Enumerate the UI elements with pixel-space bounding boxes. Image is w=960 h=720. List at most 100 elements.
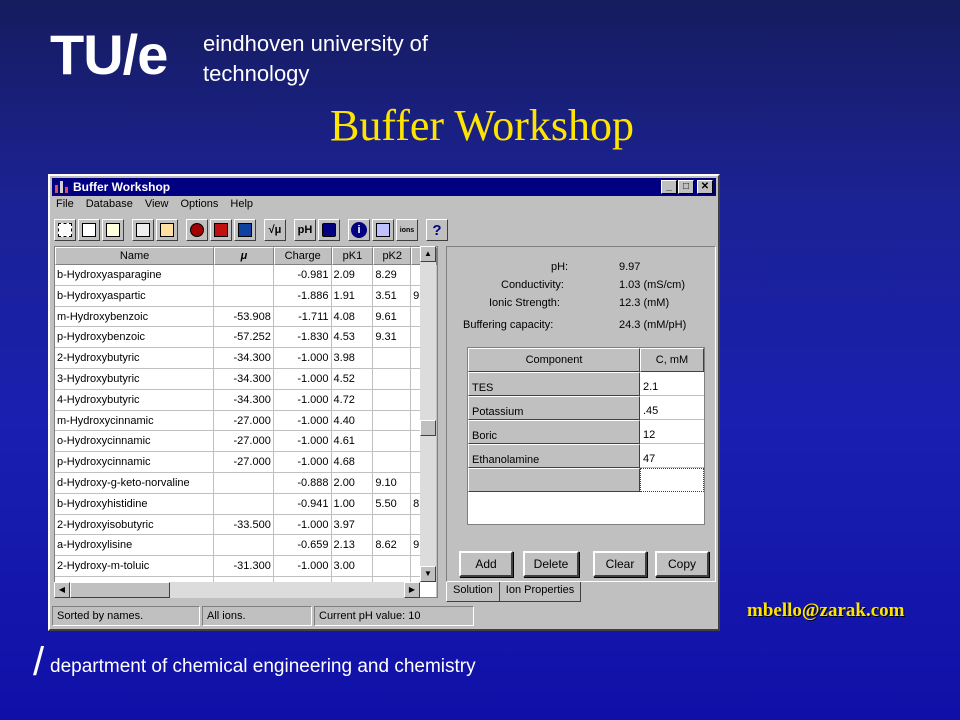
edit-icon[interactable] bbox=[372, 219, 394, 241]
table-row[interactable]: 2-Hydroxybutyric -34.300 -1.000 3.98 bbox=[55, 348, 437, 369]
vertical-scrollbar[interactable]: ▲ ▼ bbox=[420, 246, 436, 582]
cell-name: 2-Hydroxy-m-toluic bbox=[55, 556, 215, 577]
cell-charge: -1.000 bbox=[273, 431, 332, 453]
save-icon[interactable] bbox=[102, 219, 124, 241]
component-name-cell[interactable]: Boric bbox=[468, 420, 640, 444]
status-sort: Sorted by names. bbox=[52, 606, 200, 626]
table-row[interactable]: m-Hydroxycinnamic -27.000 -1.000 4.40 bbox=[55, 410, 437, 432]
vertical-scroll-thumb[interactable] bbox=[420, 420, 436, 436]
table-row[interactable]: 3-Hydroxybutyric -34.300 -1.000 4.52 bbox=[55, 368, 437, 390]
help-icon[interactable]: ? bbox=[426, 219, 448, 241]
maximize-button[interactable]: □ bbox=[678, 180, 694, 194]
cell-pk2: 5.50 bbox=[373, 493, 412, 515]
close-button[interactable]: ✕ bbox=[697, 180, 713, 194]
export-icon[interactable] bbox=[156, 219, 178, 241]
cell-charge: -1.000 bbox=[273, 514, 332, 536]
table-row[interactable]: 2-Hydroxy-m-toluic -31.300 -1.000 3.00 bbox=[55, 556, 437, 577]
table-row[interactable]: p-Hydroxybenzoic -57.252 -1.830 4.53 9.31 bbox=[55, 327, 437, 349]
cell-pk2 bbox=[373, 410, 412, 432]
menu-database[interactable]: Database bbox=[86, 198, 133, 214]
cell-name: b-Hydroxyaspartic bbox=[55, 285, 215, 307]
cell-charge: -0.888 bbox=[273, 472, 332, 494]
delete-button[interactable]: Delete bbox=[523, 551, 579, 577]
col-pk2[interactable]: pK2 bbox=[373, 247, 412, 265]
table-row[interactable]: 4-Hydroxybutyric -34.300 -1.000 4.72 bbox=[55, 389, 437, 411]
scroll-up-icon[interactable]: ▲ bbox=[420, 246, 436, 262]
col-pk1[interactable]: pK1 bbox=[331, 247, 374, 265]
slash-mark: / bbox=[33, 640, 45, 684]
menu-view[interactable]: View bbox=[145, 198, 169, 214]
cell-pk1: 2.00 bbox=[331, 472, 374, 494]
cell-pk1: 1.00 bbox=[331, 493, 374, 515]
component-concentration-cell[interactable]: .45 bbox=[640, 396, 704, 420]
ion-table-header: Name μ Charge pK1 pK2 p bbox=[55, 247, 437, 265]
table-row[interactable]: o-Hydroxycinnamic -27.000 -1.000 4.61 bbox=[55, 431, 437, 453]
horizontal-scrollbar[interactable]: ◀ ▶ bbox=[54, 582, 420, 598]
scroll-down-icon[interactable]: ▼ bbox=[420, 566, 436, 582]
cell-mobility: -27.000 bbox=[214, 431, 274, 453]
tab-ion-properties[interactable]: Ion Properties bbox=[498, 582, 582, 602]
buffer-workshop-window: Buffer Workshop _ □ ✕ File Database View… bbox=[48, 174, 720, 631]
col-name[interactable]: Name bbox=[55, 247, 215, 265]
salt-icon[interactable] bbox=[234, 219, 256, 241]
status-bar: Sorted by names. All ions. Current pH va… bbox=[52, 606, 716, 626]
menu-help[interactable]: Help bbox=[230, 198, 253, 214]
add-button[interactable]: Add bbox=[459, 551, 513, 577]
acid-icon[interactable] bbox=[186, 219, 208, 241]
tab-solution[interactable]: Solution bbox=[446, 582, 500, 602]
info-icon[interactable]: i bbox=[348, 219, 370, 241]
cell-pk1: 2.13 bbox=[331, 535, 374, 557]
cell-pk1: 4.08 bbox=[331, 306, 374, 328]
table-row[interactable]: p-Hydroxycinnamic -27.000 -1.000 4.68 bbox=[55, 452, 437, 473]
component-concentration-cell[interactable]: 47 bbox=[640, 444, 704, 468]
cell-name: 2-Hydroxybutyric bbox=[55, 348, 215, 369]
base-icon[interactable] bbox=[210, 219, 232, 241]
scroll-left-icon[interactable]: ◀ bbox=[54, 582, 70, 598]
table-row[interactable]: m-Hydroxybenzoic -53.908 -1.711 4.08 9.61 bbox=[55, 306, 437, 328]
print-icon[interactable] bbox=[132, 219, 154, 241]
ph-icon[interactable]: pH bbox=[294, 219, 316, 241]
component-concentration-cell[interactable] bbox=[640, 468, 704, 492]
cell-pk2 bbox=[373, 556, 412, 577]
component-name-cell[interactable]: Ethanolamine bbox=[468, 444, 640, 468]
department-name: department of chemical engineering and c… bbox=[50, 656, 476, 677]
component-name-cell[interactable]: Potassium bbox=[468, 396, 640, 420]
copy-button[interactable]: Copy bbox=[655, 551, 709, 577]
component-name-cell[interactable]: TES bbox=[468, 372, 640, 396]
table-row[interactable]: b-Hydroxyasparagine -0.981 2.09 8.29 bbox=[55, 265, 437, 286]
status-ions: All ions. bbox=[202, 606, 312, 626]
cell-pk2 bbox=[373, 368, 412, 390]
table-row[interactable]: b-Hydroxyhistidine -0.941 1.00 5.50 8 bbox=[55, 493, 437, 515]
table-row[interactable]: b-Hydroxyaspartic -1.886 1.91 3.51 9 bbox=[55, 285, 437, 307]
mobility-icon[interactable]: √μ bbox=[264, 219, 286, 241]
menu-file[interactable]: File bbox=[56, 198, 74, 214]
menu-options[interactable]: Options bbox=[180, 198, 218, 214]
col-charge[interactable]: Charge bbox=[273, 247, 332, 265]
horizontal-scroll-thumb[interactable] bbox=[70, 582, 170, 598]
col-mobility[interactable]: μ bbox=[214, 247, 274, 265]
cell-name: d-Hydroxy-g-keto-norvaline bbox=[55, 472, 215, 494]
table-row[interactable]: 2-Hydroxyisobutyric -33.500 -1.000 3.97 bbox=[55, 514, 437, 536]
cell-name: m-Hydroxybenzoic bbox=[55, 306, 215, 328]
new-icon[interactable] bbox=[54, 219, 76, 241]
concentration-header[interactable]: C, mM bbox=[640, 348, 704, 372]
open-icon[interactable] bbox=[78, 219, 100, 241]
ions-icon[interactable]: ions bbox=[396, 219, 418, 241]
component-concentration-cell[interactable]: 2.1 bbox=[640, 372, 704, 396]
minimize-button[interactable]: _ bbox=[661, 180, 677, 194]
info-glyph: i bbox=[351, 222, 367, 238]
cell-pk2: 3.51 bbox=[373, 285, 412, 307]
table-row[interactable]: d-Hydroxy-g-keto-norvaline -0.888 2.00 9.10 bbox=[55, 472, 437, 494]
clear-button[interactable]: Clear bbox=[593, 551, 647, 577]
component-name-cell[interactable] bbox=[468, 468, 640, 492]
cell-charge: -1.000 bbox=[273, 368, 332, 390]
titrate-icon[interactable] bbox=[318, 219, 340, 241]
component-concentration-cell[interactable]: 12 bbox=[640, 420, 704, 444]
cell-pk1: 2.09 bbox=[331, 265, 374, 286]
table-row[interactable]: a-Hydroxylisine -0.659 2.13 8.62 9 bbox=[55, 535, 437, 557]
component-header[interactable]: Component bbox=[468, 348, 640, 372]
cell-pk2: 9.31 bbox=[373, 327, 412, 349]
app-icon bbox=[55, 181, 69, 193]
cell-pk1: 4.68 bbox=[331, 452, 374, 473]
scroll-right-icon[interactable]: ▶ bbox=[404, 582, 420, 598]
